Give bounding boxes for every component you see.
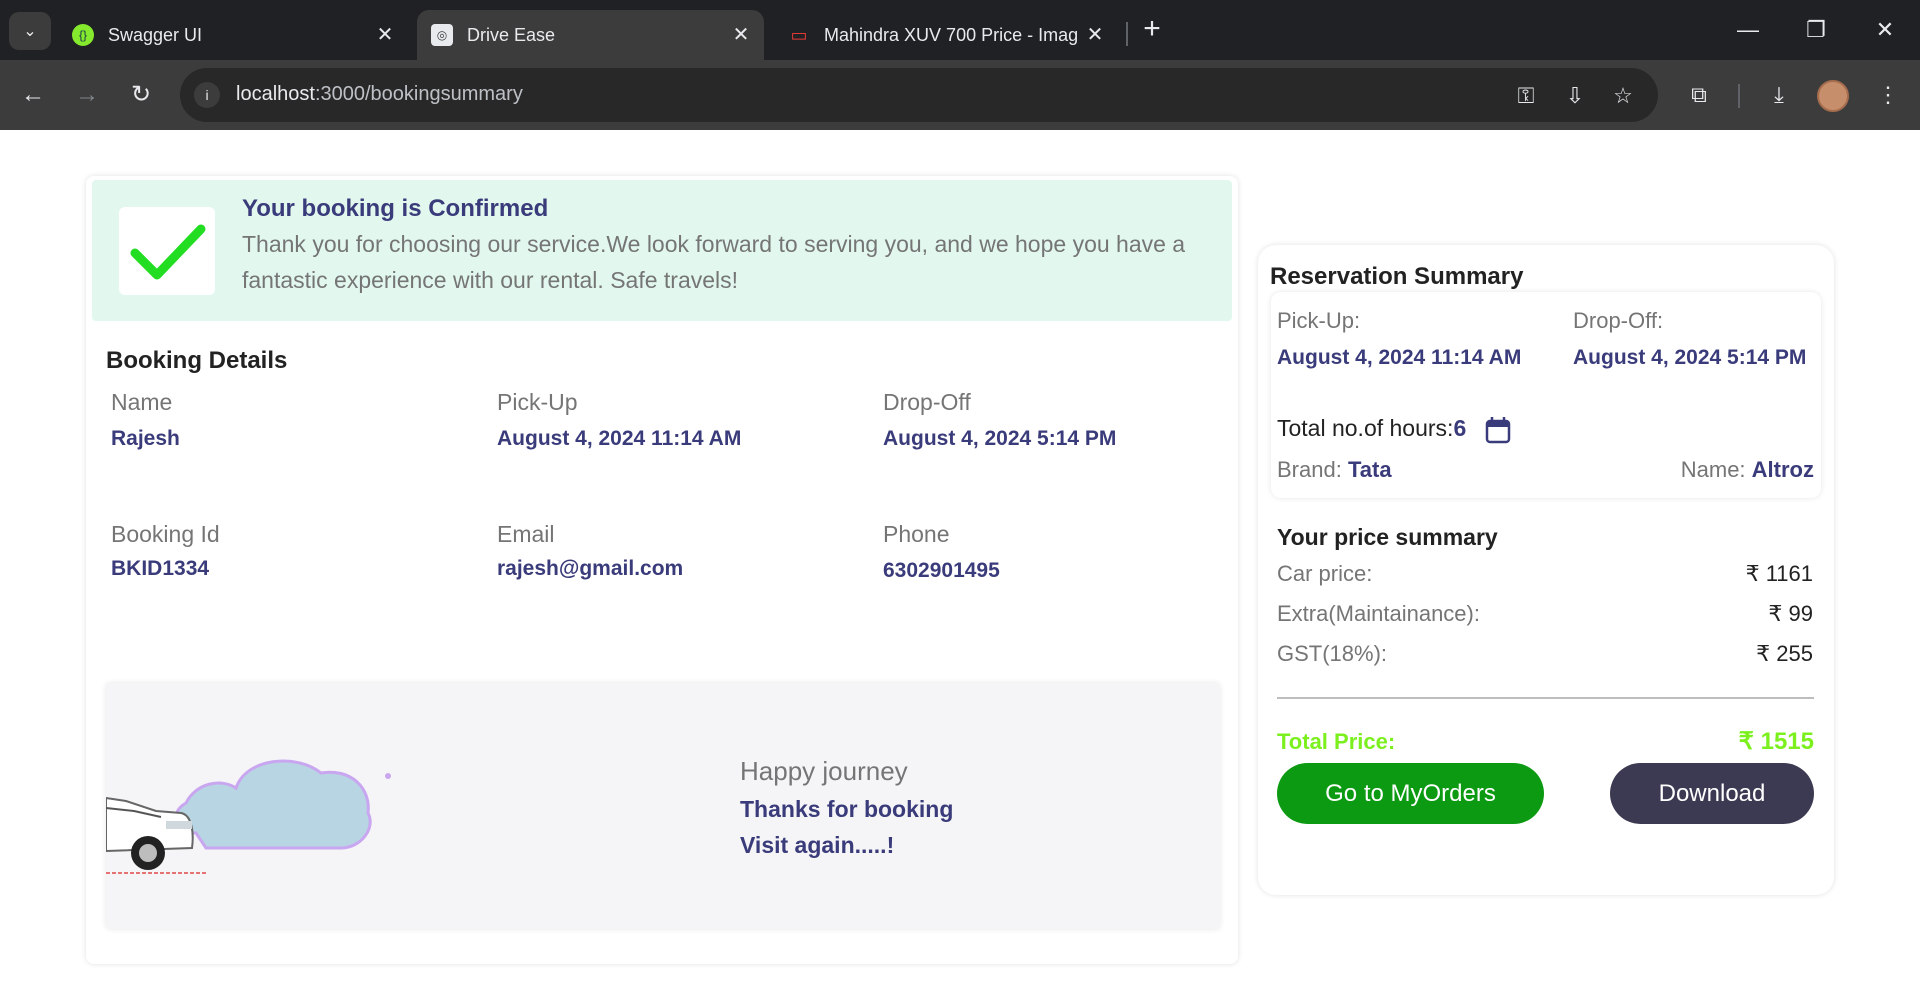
total-hours-value: 6 [1453, 415, 1467, 441]
confirmation-title: Your booking is Confirmed [242, 195, 549, 222]
address-bar[interactable]: i localhost:3000/bookingsummary ⚿ ⇩ ☆ [180, 68, 1658, 122]
bookmark-star-icon[interactable]: ☆ [1609, 82, 1637, 110]
dropoff-value: August 4, 2024 5:14 PM [883, 427, 1117, 450]
forward-button[interactable]: → [70, 78, 104, 112]
close-window-button[interactable]: ✕ [1863, 12, 1907, 48]
plus-icon: + [1143, 12, 1161, 45]
download-icon[interactable]: ⤓ [1764, 80, 1794, 110]
site-info-icon[interactable]: i [194, 82, 220, 108]
checkmark-icon [130, 224, 206, 280]
extra-label: Extra(Maintainance): [1277, 601, 1480, 626]
car-name-label: Name: [1680, 457, 1746, 482]
name-value: Rajesh [111, 427, 180, 450]
url-path: :3000/bookingsummary [314, 83, 523, 105]
email-label: Email [497, 521, 555, 547]
browser-tab-strip: ⌄ {} Swagger UI ✕ ◎ Drive Ease ✕ ▭ Mahin… [0, 0, 1920, 60]
tab-divider [1126, 22, 1128, 46]
calendar-icon[interactable] [1485, 416, 1511, 444]
booking-id-label: Booking Id [111, 521, 220, 547]
minimize-button[interactable]: — [1726, 12, 1770, 48]
arrow-right-icon: → [75, 81, 99, 108]
car-price-label: Car price: [1277, 561, 1373, 586]
car-site-icon: ▭ [790, 24, 808, 45]
install-app-icon[interactable]: ⇩ [1561, 82, 1589, 110]
brand-row: Brand: Tata [1277, 457, 1392, 483]
confirmation-message: Thank you for choosing our service.We lo… [242, 231, 1186, 293]
journey-panel [106, 683, 1220, 929]
price-divider [1277, 697, 1814, 699]
check-badge [119, 207, 215, 295]
reload-button[interactable]: ↻ [124, 78, 158, 112]
new-tab-button[interactable]: + [1136, 14, 1168, 46]
total-hours-label: Total no.of hours: [1277, 415, 1454, 441]
browser-toolbar: ← → ↻ i localhost:3000/bookingsummary ⚿ … [0, 60, 1920, 130]
pickup-label: Pick-Up [497, 389, 578, 415]
more-menu-icon[interactable]: ⋮ [1873, 80, 1903, 110]
res-pickup-label: Pick-Up: [1277, 308, 1361, 333]
gst-label: GST(18%): [1277, 641, 1388, 666]
total-hours: Total no.of hours:6 [1277, 415, 1466, 442]
close-icon[interactable]: ✕ [374, 24, 396, 46]
gst-value: ₹ 255 [1756, 641, 1813, 666]
price-summary-heading: Your price summary [1277, 524, 1498, 550]
minimize-icon: — [1737, 17, 1759, 42]
reservation-summary-heading: Reservation Summary [1270, 263, 1524, 290]
booking-id-value: BKID1334 [111, 557, 210, 580]
chevron-down-icon: ⌄ [23, 23, 37, 40]
swagger-icon: {} [72, 24, 94, 46]
journey-visit-again: Visit again.....! [740, 832, 895, 858]
car-name-row: Name: Altroz [1681, 457, 1814, 483]
back-button[interactable]: ← [16, 78, 50, 112]
tab-search-button[interactable]: ⌄ [9, 12, 51, 50]
url-text[interactable]: localhost:3000/bookingsummary [236, 83, 523, 106]
dropoff-label: Drop-Off [883, 389, 971, 415]
close-icon: ✕ [1875, 17, 1895, 42]
profile-avatar[interactable] [1817, 80, 1849, 112]
car-price-value: ₹ 1161 [1745, 561, 1813, 586]
name-label: Name [111, 389, 173, 415]
tab-drive-ease[interactable]: ◎ Drive Ease ✕ [417, 10, 764, 60]
download-button[interactable]: Download [1610, 763, 1814, 824]
brand-label: Brand: [1277, 457, 1342, 482]
close-icon[interactable]: ✕ [1084, 24, 1106, 46]
restore-icon: ❐ [1806, 17, 1826, 42]
toolbar-divider [1738, 84, 1740, 108]
total-price-label: Total Price: [1277, 729, 1396, 754]
drive-ease-icon: ◎ [431, 24, 453, 46]
car-name-value: Altroz [1751, 457, 1814, 482]
extra-value: ₹ 99 [1768, 601, 1813, 626]
brand-value: Tata [1347, 457, 1392, 482]
tab-mahindra-xuv[interactable]: ▭ Mahindra XUV 700 Price - Imag ✕ [774, 10, 1118, 60]
tab-title: Drive Ease [467, 24, 556, 45]
pickup-value: August 4, 2024 11:14 AM [497, 427, 742, 450]
phone-label: Phone [883, 521, 950, 547]
booking-details-heading: Booking Details [106, 347, 288, 374]
close-icon[interactable]: ✕ [730, 24, 752, 46]
res-dropoff-value: August 4, 2024 5:14 PM [1573, 346, 1807, 369]
car-illustration [106, 759, 391, 874]
go-to-myorders-button[interactable]: Go to MyOrders [1277, 763, 1544, 824]
url-host: localhost [236, 83, 315, 105]
restore-button[interactable]: ❐ [1794, 12, 1838, 48]
res-pickup-value: August 4, 2024 11:14 AM [1277, 346, 1522, 369]
email-value: rajesh@gmail.com [497, 557, 684, 580]
phone-value: 6302901495 [883, 559, 1000, 582]
extensions-icon[interactable]: ⧉ [1684, 80, 1714, 110]
tab-title: Swagger UI [108, 24, 203, 45]
journey-thanks: Thanks for booking [740, 796, 954, 822]
tab-swagger-ui[interactable]: {} Swagger UI ✕ [58, 10, 408, 60]
journey-greeting: Happy journey [740, 756, 908, 786]
total-price-value: ₹ 1515 [1738, 728, 1814, 755]
tab-title: Mahindra XUV 700 Price - Imag [824, 24, 1079, 45]
res-dropoff-label: Drop-Off: [1573, 308, 1664, 333]
arrow-left-icon: ← [21, 81, 45, 108]
reload-icon: ↻ [130, 81, 152, 108]
password-key-icon[interactable]: ⚿ [1512, 82, 1540, 110]
